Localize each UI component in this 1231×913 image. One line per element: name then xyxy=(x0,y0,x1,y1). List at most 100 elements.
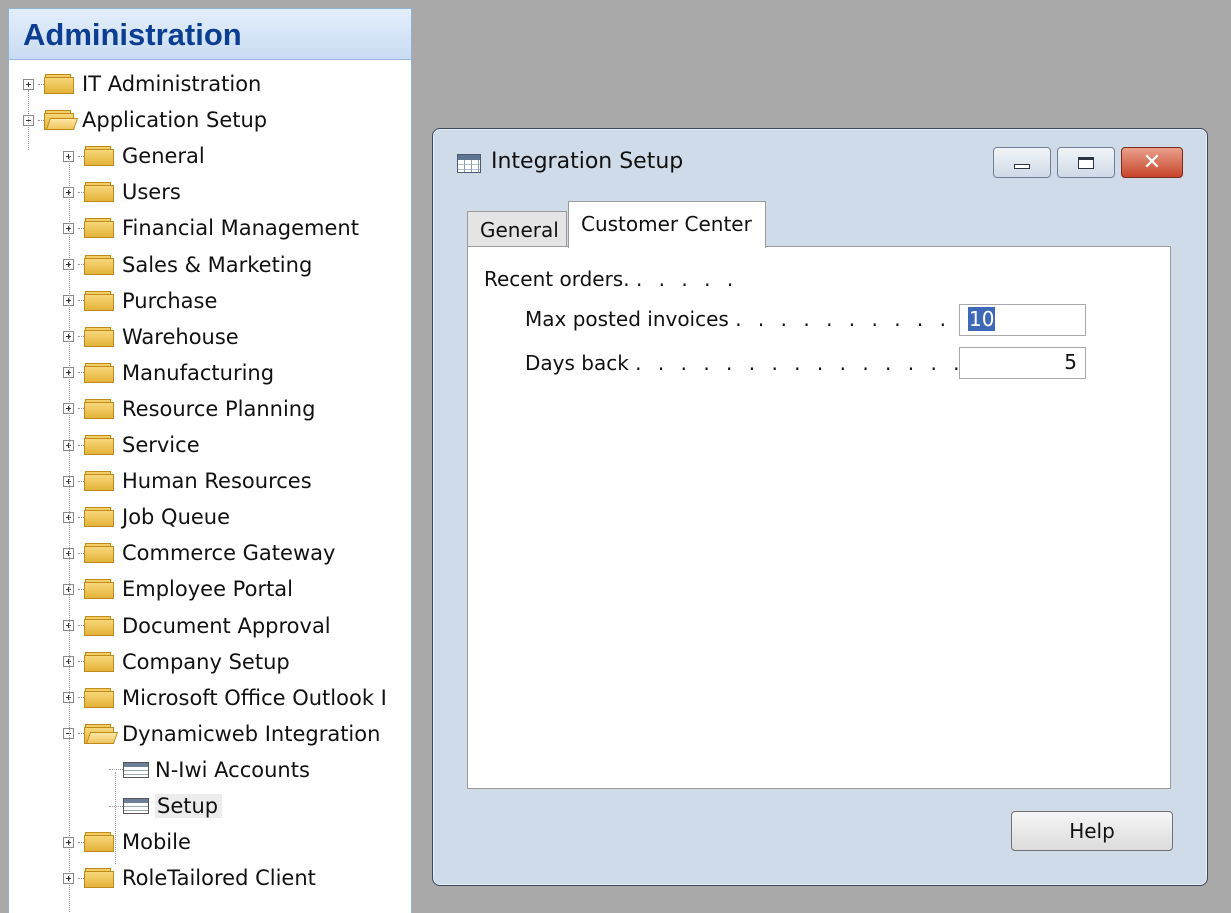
days-back-value: 5 xyxy=(1064,350,1077,374)
minimize-button[interactable] xyxy=(993,147,1051,178)
folder-icon xyxy=(84,832,114,853)
folder-open-icon xyxy=(44,110,79,131)
tree-item-label: Application Setup xyxy=(82,108,268,133)
tree-item-label: Setup xyxy=(155,794,223,818)
tree-item-service[interactable]: Service xyxy=(63,427,200,463)
table-form-icon xyxy=(123,798,149,814)
folder-icon xyxy=(84,218,114,239)
close-icon: ✕ xyxy=(1142,149,1162,175)
dialog-titlebar[interactable]: Integration Setup ✕ xyxy=(433,129,1207,199)
tree-item-label: Employee Portal xyxy=(122,577,294,602)
tree-item-application-setup[interactable]: Application Setup xyxy=(23,102,267,138)
help-button[interactable]: Help xyxy=(1011,811,1173,851)
tree-item-label: Manufacturing xyxy=(122,360,275,385)
nav-header-title: Administration xyxy=(9,9,411,60)
tree-item-warehouse[interactable]: Warehouse xyxy=(63,319,239,355)
navigation-pane: Administration IT Administration Applicat… xyxy=(8,8,412,913)
tree-item-label: Purchase xyxy=(122,288,218,313)
folder-icon xyxy=(84,362,114,383)
folder-icon xyxy=(84,543,114,564)
tree-item-n-iwi-accounts[interactable]: N-Iwi Accounts xyxy=(109,752,310,788)
tree-item-roletailored-client[interactable]: RoleTailored Client xyxy=(63,860,316,896)
recent-orders-group-label: Recent orders. . . . . . xyxy=(484,267,738,291)
max-posted-invoices-input[interactable]: 10 xyxy=(959,304,1086,336)
tree-item-label: Users xyxy=(122,180,181,205)
folder-icon xyxy=(84,398,114,419)
tree-item-company-setup[interactable]: Company Setup xyxy=(63,644,290,680)
tab-general[interactable]: General xyxy=(467,211,567,247)
close-button[interactable]: ✕ xyxy=(1121,147,1183,178)
folder-icon xyxy=(84,435,114,455)
table-form-icon xyxy=(123,761,149,778)
max-posted-invoices-text: Max posted invoices xyxy=(525,307,729,331)
customer-center-panel: Recent orders. . . . . . Max posted invo… xyxy=(467,246,1171,789)
max-posted-invoices-dots: . . . . . . . . . . . . xyxy=(735,307,997,331)
maximize-button[interactable] xyxy=(1057,147,1115,178)
tree-guide-line xyxy=(69,156,70,913)
tree-item-label: Service xyxy=(122,433,200,457)
maximize-icon xyxy=(1078,156,1094,169)
tree-item-setup[interactable]: Setup xyxy=(109,788,223,824)
tree-item-employee-portal[interactable]: Employee Portal xyxy=(63,571,293,607)
tree-item-mobile[interactable]: Mobile xyxy=(63,824,191,860)
tree-item-human-resources[interactable]: Human Resources xyxy=(63,463,312,499)
tree-item-label: Financial Management xyxy=(122,216,359,241)
tree-guide-line xyxy=(115,772,116,864)
days-back-text: Days back xyxy=(525,351,629,375)
folder-icon xyxy=(84,651,114,672)
tree-item-label: IT Administration xyxy=(82,72,262,96)
folder-icon xyxy=(84,146,114,167)
folder-icon xyxy=(84,615,114,636)
tree-item-label: Document Approval xyxy=(122,613,331,638)
table-form-icon xyxy=(457,154,481,173)
tree-item-it-administration[interactable]: IT Administration xyxy=(23,66,261,102)
tree-item-label: N-Iwi Accounts xyxy=(155,757,310,782)
max-posted-invoices-label: Max posted invoices . . . . . . . . . . … xyxy=(525,307,996,331)
folder-icon xyxy=(84,326,114,347)
tree-item-purchase[interactable]: Purchase xyxy=(63,283,217,319)
tree-item-document-approval[interactable]: Document Approval xyxy=(63,608,331,644)
tree-item-users[interactable]: Users xyxy=(63,174,181,210)
folder-icon xyxy=(84,471,114,492)
tree-item-label: Job Queue xyxy=(122,505,231,530)
recent-orders-label: Recent orders. xyxy=(484,267,630,291)
folder-icon xyxy=(84,182,114,203)
tree-item-financial-management[interactable]: Financial Management xyxy=(63,210,359,246)
tree-item-label: Warehouse xyxy=(122,324,239,349)
tree-connector xyxy=(109,769,123,771)
folder-open-icon xyxy=(84,723,119,744)
integration-setup-dialog: Integration Setup ✕ General Customer Cen… xyxy=(432,128,1208,886)
tree-item-label: Resource Planning xyxy=(122,396,316,421)
tree-item-label: Microsoft Office Outlook I xyxy=(122,685,387,710)
tree-guide-line xyxy=(28,90,29,150)
tree-item-resource-planning[interactable]: Resource Planning xyxy=(63,391,315,427)
folder-icon xyxy=(84,507,114,528)
tree-item-label: Dynamicweb Integration xyxy=(122,721,381,746)
tree-item-commerce-gateway[interactable]: Commerce Gateway xyxy=(63,535,335,571)
tree-connector xyxy=(109,805,123,807)
tree-item-general[interactable]: General xyxy=(63,138,205,174)
tree-item-label: Commerce Gateway xyxy=(122,541,336,566)
tab-customer-center[interactable]: Customer Center xyxy=(568,201,766,248)
tree-item-manufacturing[interactable]: Manufacturing xyxy=(63,355,274,391)
tree-item-microsoft-office-outlook-i[interactable]: Microsoft Office Outlook I xyxy=(63,680,387,716)
folder-icon xyxy=(84,254,114,275)
folder-icon xyxy=(84,868,114,889)
minimize-icon xyxy=(1014,164,1030,169)
tree-item-job-queue[interactable]: Job Queue xyxy=(63,499,230,535)
folder-icon xyxy=(44,74,74,94)
tree-item-label: Sales & Marketing xyxy=(122,252,313,277)
tree-item-sales-marketing[interactable]: Sales & Marketing xyxy=(63,247,312,283)
tree-item-label: Mobile xyxy=(122,830,191,855)
tree-item-label: General xyxy=(122,144,205,169)
folder-icon xyxy=(84,579,114,600)
tree-item-label: Human Resources xyxy=(122,469,312,494)
dialog-title: Integration Setup xyxy=(491,149,684,174)
max-posted-invoices-value: 10 xyxy=(968,307,996,331)
recent-orders-dots: . . . . . xyxy=(635,267,739,291)
days-back-input[interactable]: 5 xyxy=(959,347,1086,379)
tree-item-label: Company Setup xyxy=(122,649,290,674)
folder-icon xyxy=(84,687,114,708)
expand-plus-icon[interactable] xyxy=(23,78,34,90)
tree-item-dynamicweb-integration[interactable]: Dynamicweb Integration xyxy=(63,716,380,752)
